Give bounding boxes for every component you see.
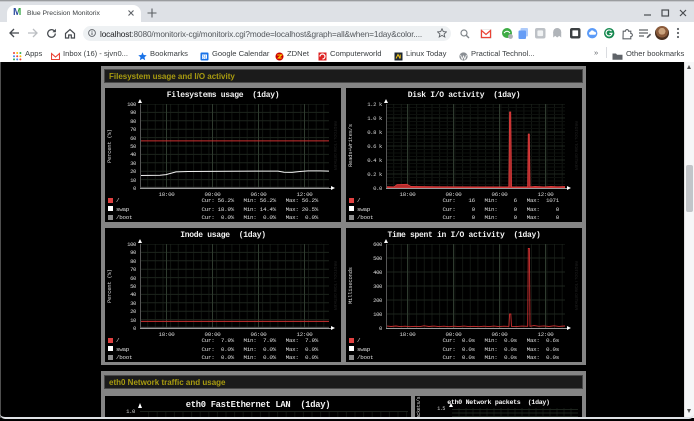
svg-text:31: 31 [202,54,208,59]
